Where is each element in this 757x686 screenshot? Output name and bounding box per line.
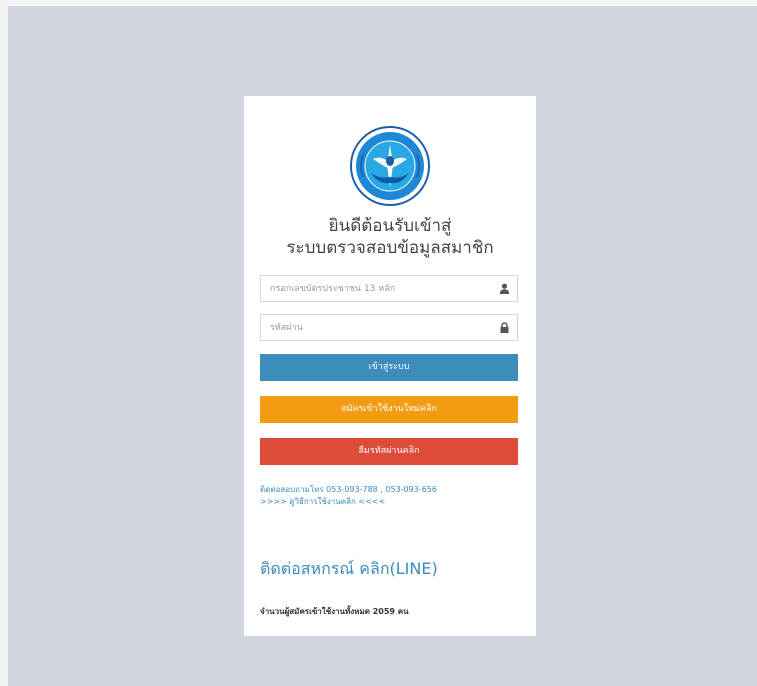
register-button[interactable]: สมัครเข้าใช้งานใหม่คลิก [260,396,518,423]
user-icon [499,283,510,294]
user-manual-link[interactable]: >>>> ดูวิธีการใช้งานคลิก <<<< [260,496,385,507]
contact-line-link[interactable]: ติดต่อสหกรณ์ คลิก(LINE) [260,558,438,580]
lock-icon [500,322,509,333]
forgot-password-button[interactable]: ลืมรหัสผ่านคลิก [260,438,518,465]
welcome-heading: ยินดีต้อนรับเข้าสู่ [328,216,452,236]
password-field [260,314,518,341]
password-input[interactable] [261,315,491,340]
cooperative-logo [350,126,430,206]
login-card: ยินดีต้อนรับเข้าสู่ ระบบตรวจสอบข้อมูลสมา… [244,96,536,636]
id-card-field [260,275,518,302]
login-button[interactable]: เข้าสู่ระบบ [260,354,518,381]
contact-phone-link[interactable]: ติดต่อสอบถามโทร 053-093-788 , 053-093-65… [260,484,437,495]
id-card-input[interactable] [261,276,491,301]
member-count-text: จำนวนผู้สมัครเข้าใช้งานทั้งหมด 2059 คน [260,607,409,616]
system-title: ระบบตรวจสอบข้อมูลสมาชิก [286,238,494,258]
